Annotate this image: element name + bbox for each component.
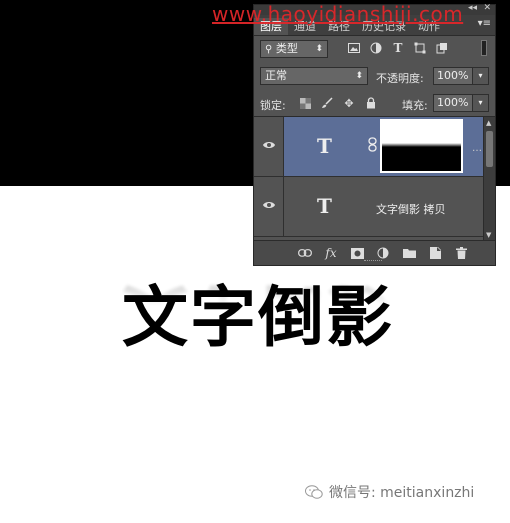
scroll-up-icon[interactable]: ▲ <box>486 119 491 127</box>
updown-arrows-icon: ⬍ <box>355 71 363 81</box>
filter-icons: T <box>347 41 449 55</box>
main-heading-reflection: 文字倒影 <box>122 276 394 352</box>
image-filter-icon[interactable] <box>347 41 361 55</box>
type-filter-icon[interactable]: T <box>391 41 405 55</box>
opacity-label: 不透明度: <box>376 72 424 85</box>
fill-field[interactable]: 100% ▾ <box>433 94 489 112</box>
type-layer-icon: T <box>317 194 332 218</box>
smart-object-filter-icon[interactable] <box>435 41 449 55</box>
chevron-down-icon[interactable]: ▾ <box>472 68 488 84</box>
layer-body[interactable]: T 文字倒影 拷贝 <box>284 177 484 236</box>
visibility-toggle[interactable] <box>254 117 284 176</box>
bottom-icons: fx <box>297 245 469 261</box>
filter-kind-label: 类型 <box>275 42 298 55</box>
type-layer-icon: T <box>317 134 332 158</box>
fill-value: 100% <box>437 96 469 109</box>
layers-panel: ◂◂ ✕ 图层 通道 路径 历史记录 动作 ▾≡ ⚲ 类型 ⬍ T 正常 ⬍ 不… <box>253 3 496 266</box>
layer-name[interactable]: 文字倒影 拷贝 <box>376 201 446 217</box>
adjustment-filter-icon[interactable] <box>369 41 383 55</box>
lock-all-icon[interactable] <box>364 96 378 110</box>
panel-bottom-bar: fx <box>254 240 495 265</box>
layer-row-selected[interactable]: T … <box>254 117 484 177</box>
link-layers-icon[interactable] <box>297 245 313 261</box>
chevron-down-icon[interactable]: ▾ <box>472 95 488 111</box>
filter-toggle[interactable] <box>481 40 487 56</box>
group-folder-icon[interactable] <box>401 245 417 261</box>
new-layer-icon[interactable] <box>427 245 443 261</box>
scroll-thumb[interactable] <box>486 131 493 167</box>
lock-row: 锁定: ✥ 填充: 100% ▾ <box>254 89 495 117</box>
blend-mode-select[interactable]: 正常 ⬍ <box>260 67 368 85</box>
close-panel-icon[interactable]: ✕ <box>483 3 491 13</box>
add-mask-icon[interactable] <box>349 245 365 261</box>
filter-kind-select[interactable]: ⚲ 类型 ⬍ <box>260 40 328 58</box>
visibility-toggle[interactable] <box>254 177 284 236</box>
search-icon: ⚲ <box>265 44 273 55</box>
opacity-value: 100% <box>437 69 469 82</box>
opacity-field[interactable]: 100% ▾ <box>433 67 489 85</box>
filter-row: ⚲ 类型 ⬍ T <box>254 36 495 62</box>
eye-icon[interactable] <box>262 140 276 150</box>
layer-row[interactable]: T 文字倒影 拷贝 <box>254 177 484 237</box>
resize-grip[interactable] <box>364 260 382 264</box>
lock-transparent-icon[interactable] <box>298 96 312 110</box>
wechat-id-text: 微信号: meitianxinzhi <box>329 485 475 501</box>
shape-filter-icon[interactable] <box>413 41 427 55</box>
more-icon: … <box>472 143 482 154</box>
wechat-icon <box>305 484 323 499</box>
lock-icons: ✥ <box>298 96 378 110</box>
fill-label: 填充: <box>402 99 428 112</box>
blend-mode-value: 正常 <box>265 69 287 82</box>
wechat-watermark: 微信号: meitianxinzhi <box>305 482 474 502</box>
fx-icon[interactable]: fx <box>323 245 339 261</box>
chain-link-icon[interactable] <box>368 137 378 153</box>
adjustment-layer-icon[interactable] <box>375 245 391 261</box>
layer-body[interactable]: T … <box>284 117 484 176</box>
watermark-url: www.haoyidianshiji.com <box>212 2 464 26</box>
blend-row: 正常 ⬍ 不透明度: 100% ▾ <box>254 62 495 89</box>
updown-arrows-icon: ⬍ <box>315 44 323 54</box>
eye-icon[interactable] <box>262 200 276 210</box>
panel-menu-icon[interactable]: ▾≡ <box>478 18 491 29</box>
lock-brush-icon[interactable] <box>320 96 334 110</box>
scroll-down-icon[interactable]: ▼ <box>486 231 491 239</box>
lock-label: 锁定: <box>260 99 286 112</box>
lock-move-icon[interactable]: ✥ <box>342 96 356 110</box>
trash-icon[interactable] <box>453 245 469 261</box>
layers-list: T … T 文字倒影 拷贝 ▲ ▼ <box>254 117 495 241</box>
collapse-icon[interactable]: ◂◂ <box>468 3 477 13</box>
layer-mask-thumbnail[interactable] <box>380 119 463 173</box>
layers-scrollbar[interactable]: ▲ ▼ <box>483 117 495 241</box>
